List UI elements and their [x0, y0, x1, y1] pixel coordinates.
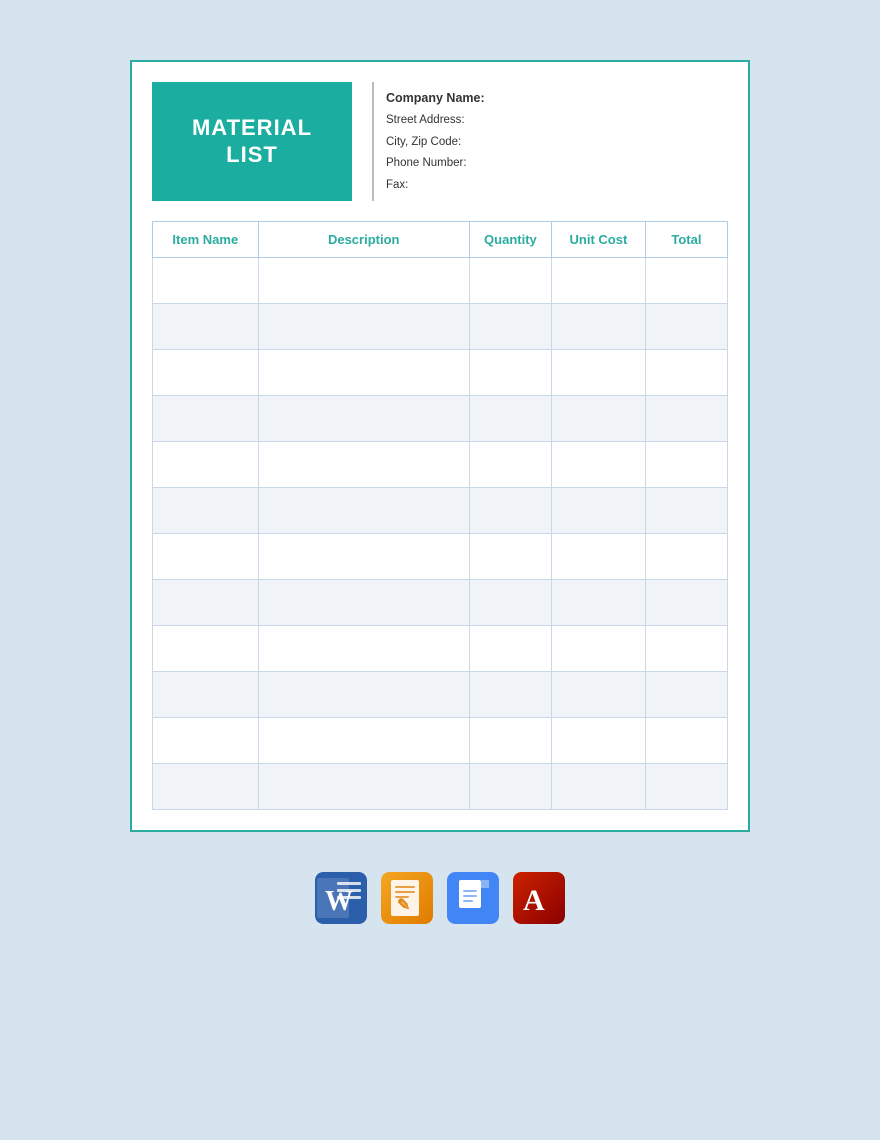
table-cell	[469, 534, 551, 580]
table-cell	[551, 534, 645, 580]
table-cell	[258, 258, 469, 304]
table-row	[153, 580, 728, 626]
table-cell	[551, 580, 645, 626]
pages-icon[interactable]: ✎	[381, 872, 433, 924]
table-cell	[645, 350, 727, 396]
table-cell	[153, 350, 259, 396]
google-docs-icon[interactable]	[447, 872, 499, 924]
table-row	[153, 718, 728, 764]
table-cell	[469, 580, 551, 626]
table-cell	[469, 442, 551, 488]
svg-text:✎: ✎	[397, 897, 410, 914]
table-cell	[258, 534, 469, 580]
table-cell	[469, 672, 551, 718]
table-cell	[153, 626, 259, 672]
company-info: Company Name: Street Address: City, Zip …	[372, 82, 485, 201]
table-cell	[645, 442, 727, 488]
table-cell	[551, 626, 645, 672]
table-cell	[153, 258, 259, 304]
table-cell	[258, 764, 469, 810]
table-cell	[551, 350, 645, 396]
table-cell	[551, 672, 645, 718]
col-header-total: Total	[645, 222, 727, 258]
table-cell	[258, 442, 469, 488]
adobe-icon[interactable]: A	[513, 872, 565, 924]
table-cell	[551, 258, 645, 304]
document-title: MATERIAL LIST	[192, 115, 312, 168]
table-row	[153, 396, 728, 442]
table-cell	[469, 764, 551, 810]
table-cell	[258, 304, 469, 350]
table-cell	[153, 580, 259, 626]
app-icons-row: W ✎	[315, 872, 565, 924]
col-header-unit-cost: Unit Cost	[551, 222, 645, 258]
company-address-label: Street Address:	[386, 111, 485, 131]
table-cell	[645, 580, 727, 626]
col-header-quantity: Quantity	[469, 222, 551, 258]
table-cell	[153, 672, 259, 718]
svg-text:A: A	[523, 884, 545, 917]
table-cell	[153, 396, 259, 442]
table-cell	[469, 488, 551, 534]
table-cell	[645, 718, 727, 764]
table-cell	[645, 488, 727, 534]
company-city-label: City, Zip Code:	[386, 133, 485, 153]
table-cell	[551, 488, 645, 534]
table-cell	[258, 350, 469, 396]
table-cell	[469, 396, 551, 442]
table-row	[153, 304, 728, 350]
company-name-label: Company Name:	[386, 88, 485, 109]
table-cell	[469, 350, 551, 396]
table-cell	[469, 258, 551, 304]
col-header-description: Description	[258, 222, 469, 258]
title-box: MATERIAL LIST	[152, 82, 352, 201]
table-cell	[153, 764, 259, 810]
table-cell	[153, 534, 259, 580]
table-cell	[258, 396, 469, 442]
table-cell	[645, 258, 727, 304]
table-cell	[153, 304, 259, 350]
table-cell	[645, 764, 727, 810]
company-fax-label: Fax:	[386, 176, 485, 196]
table-cell	[551, 442, 645, 488]
table-cell	[551, 718, 645, 764]
document-container: MATERIAL LIST Company Name: Street Addre…	[130, 60, 750, 832]
table-cell	[551, 304, 645, 350]
table-cell	[469, 626, 551, 672]
table-cell	[551, 396, 645, 442]
table-cell	[645, 304, 727, 350]
table-row	[153, 626, 728, 672]
table-cell	[469, 718, 551, 764]
table-row	[153, 672, 728, 718]
col-header-item-name: Item Name	[153, 222, 259, 258]
table-cell	[153, 488, 259, 534]
document-header: MATERIAL LIST Company Name: Street Addre…	[132, 62, 748, 221]
table-cell	[645, 534, 727, 580]
table-cell	[258, 672, 469, 718]
word-icon[interactable]: W	[315, 872, 367, 924]
table-container: Item Name Description Quantity Unit Cost…	[132, 221, 748, 830]
table-row	[153, 764, 728, 810]
table-cell	[258, 718, 469, 764]
table-cell	[645, 626, 727, 672]
table-header-row: Item Name Description Quantity Unit Cost…	[153, 222, 728, 258]
table-cell	[551, 764, 645, 810]
table-cell	[258, 488, 469, 534]
table-cell	[645, 396, 727, 442]
company-phone-label: Phone Number:	[386, 154, 485, 174]
table-row	[153, 488, 728, 534]
table-row	[153, 350, 728, 396]
table-cell	[153, 718, 259, 764]
table-body	[153, 258, 728, 810]
table-cell	[258, 580, 469, 626]
table-cell	[153, 442, 259, 488]
table-row	[153, 442, 728, 488]
table-cell	[258, 626, 469, 672]
table-cell	[645, 672, 727, 718]
table-row	[153, 534, 728, 580]
table-cell	[469, 304, 551, 350]
table-row	[153, 258, 728, 304]
material-table: Item Name Description Quantity Unit Cost…	[152, 221, 728, 810]
